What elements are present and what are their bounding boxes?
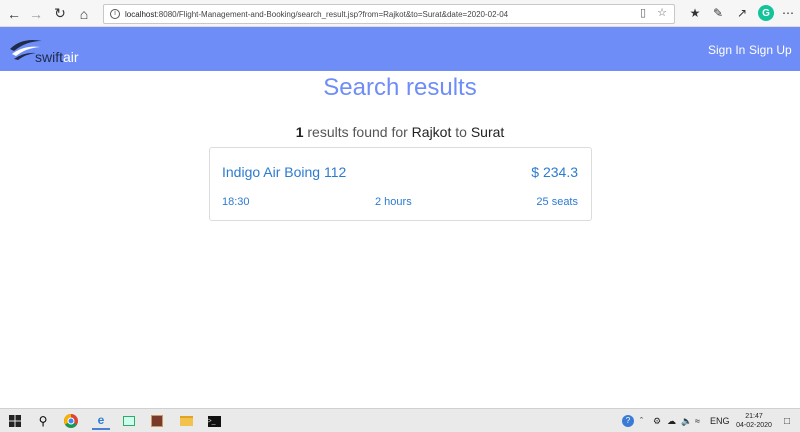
pen-icon[interactable]: ✎ <box>710 5 726 21</box>
search-icon[interactable]: ⚲ <box>34 412 52 430</box>
from-city: Rajkot <box>411 124 452 140</box>
forward-arrow-icon[interactable]: → <box>26 4 46 23</box>
chrome-icon[interactable] <box>62 412 80 430</box>
share-icon[interactable]: ↗ <box>734 5 750 21</box>
windows-start-icon[interactable] <box>6 412 24 430</box>
to-text: to <box>455 124 467 140</box>
home-icon[interactable]: ⌂ <box>74 4 94 23</box>
language-indicator[interactable]: ENG <box>710 413 730 429</box>
logo-air: air <box>63 49 79 65</box>
sign-in-link[interactable]: Sign In <box>708 43 745 57</box>
help-icon[interactable]: ? <box>622 413 634 429</box>
swiftair-logo[interactable]: swiftair <box>8 35 88 65</box>
file-explorer-icon[interactable] <box>177 412 195 430</box>
onedrive-cloud-icon[interactable]: ☁ <box>667 413 676 429</box>
address-url[interactable]: localhost:8080/Flight-Management-and-Boo… <box>125 10 508 19</box>
to-city: Surat <box>470 124 505 140</box>
flight-result-card[interactable]: Indigo Air Boing 112 $ 234.3 18:30 2 hou… <box>209 147 592 221</box>
flight-name[interactable]: Indigo Air Boing 112 <box>222 164 346 180</box>
back-arrow-icon[interactable]: ← <box>4 4 24 23</box>
edge-browser-icon[interactable]: e <box>92 412 110 430</box>
browser-toolbar: ← → ↻ ⌂ i localhost:8080/Flight-Manageme… <box>0 0 800 27</box>
clock-date: 04-02-2020 <box>736 422 772 429</box>
flight-departure-time: 18:30 <box>222 196 250 208</box>
results-found-text: results found for <box>307 124 408 140</box>
url-host: localhost <box>125 9 157 19</box>
flight-duration: 2 hours <box>375 196 412 208</box>
url-path: :8080/Flight-Management-and-Booking/sear… <box>156 9 509 19</box>
site-info-icon[interactable]: i <box>110 9 120 19</box>
tray-settings-icon[interactable]: ⚙ <box>653 413 661 429</box>
taskbar-clock[interactable]: 21:47 04-02-2020 <box>734 412 774 430</box>
sign-up-link[interactable]: Sign Up <box>749 43 792 57</box>
results-summary: 1 results found for Rajkot to Surat <box>0 124 800 140</box>
clock-time: 21:47 <box>745 413 763 420</box>
notification-center-icon[interactable]: □ <box>780 414 794 428</box>
taskbar: ⚲ e >_ ? ˆ ⚙ ☁ 🔈 ≈ ENG 21:47 04-02-2020 … <box>0 408 800 432</box>
grammarly-icon[interactable]: G <box>758 5 774 21</box>
logo-wordmark: swiftair <box>35 49 79 65</box>
reading-view-icon[interactable]: ▯ <box>637 5 649 19</box>
address-bar[interactable]: i localhost:8080/Flight-Management-and-B… <box>103 4 675 24</box>
app-window-icon[interactable] <box>120 412 138 430</box>
tray-up-chevron-icon[interactable]: ˆ <box>640 413 643 429</box>
wifi-icon[interactable]: ≈ <box>695 413 700 429</box>
terminal-icon[interactable]: >_ <box>205 412 223 430</box>
more-menu-icon[interactable]: ⋯ <box>780 5 796 21</box>
logo-swift: swift <box>35 49 63 65</box>
refresh-icon[interactable]: ↻ <box>50 4 70 23</box>
results-count: 1 <box>295 124 304 140</box>
flight-seats: 25 seats <box>536 196 578 208</box>
flight-price: $ 234.3 <box>531 164 578 180</box>
page-title: Search results <box>323 74 477 101</box>
app-game-icon[interactable] <box>148 412 166 430</box>
volume-icon[interactable]: 🔈 <box>681 413 692 429</box>
favorites-icon[interactable]: ★ <box>687 5 703 21</box>
site-header: swiftair Sign In Sign Up <box>0 27 800 71</box>
favorite-star-icon[interactable]: ☆ <box>656 5 668 19</box>
